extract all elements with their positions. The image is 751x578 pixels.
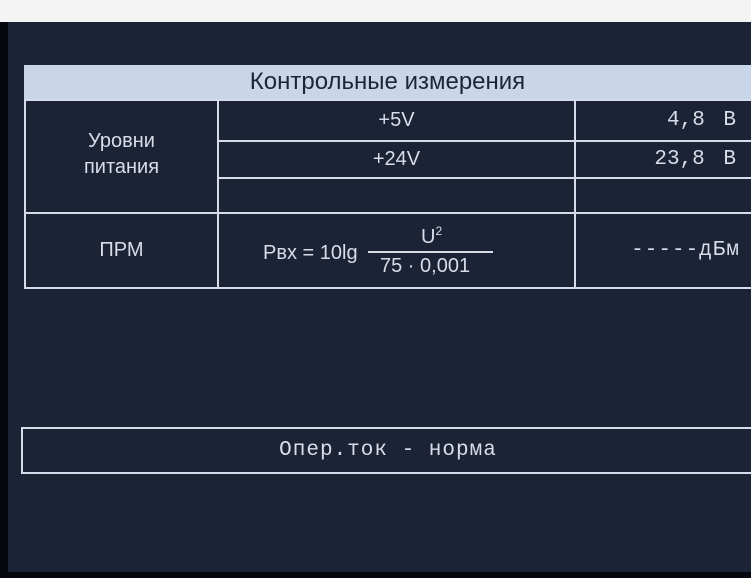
row-5v-name: +5V [378,109,415,131]
row-divider-24v [218,177,751,179]
device-bezel [0,0,751,22]
formula-num-exp: 2 [435,224,443,238]
power-label: Уровни питания [26,128,217,180]
row-24v-value: 23,8 В [654,148,736,171]
status-box: Опер.ток - норма [21,427,751,474]
table-bottom-border [24,287,751,289]
formula-numerator: U2 [421,224,442,249]
prm-label: ПРМ [99,239,144,261]
display-screen: Контрольные измерения Уровни питания +5V… [8,22,751,572]
row-24v-name: +24V [372,148,421,170]
power-label-line2: питания [83,156,160,178]
measurements-table: Уровни питания +5V 4,8 В +24V 23,8 В ПРМ… [8,22,751,572]
formula-num-var: U [421,226,436,248]
prm-value: -----дБм [631,239,740,262]
power-label-line1: Уровни [88,130,155,152]
status-message: Опер.ток - норма [279,439,497,462]
formula-denominator: 75 · 0,001 [380,255,471,277]
formula-fraction-bar [368,251,493,253]
prm-formula: Pвх = 10lg U2 75 · 0,001 [263,222,563,282]
row-5v-value: 4,8 В [666,109,736,132]
formula-lhs: Pвх = 10lg [263,242,358,264]
